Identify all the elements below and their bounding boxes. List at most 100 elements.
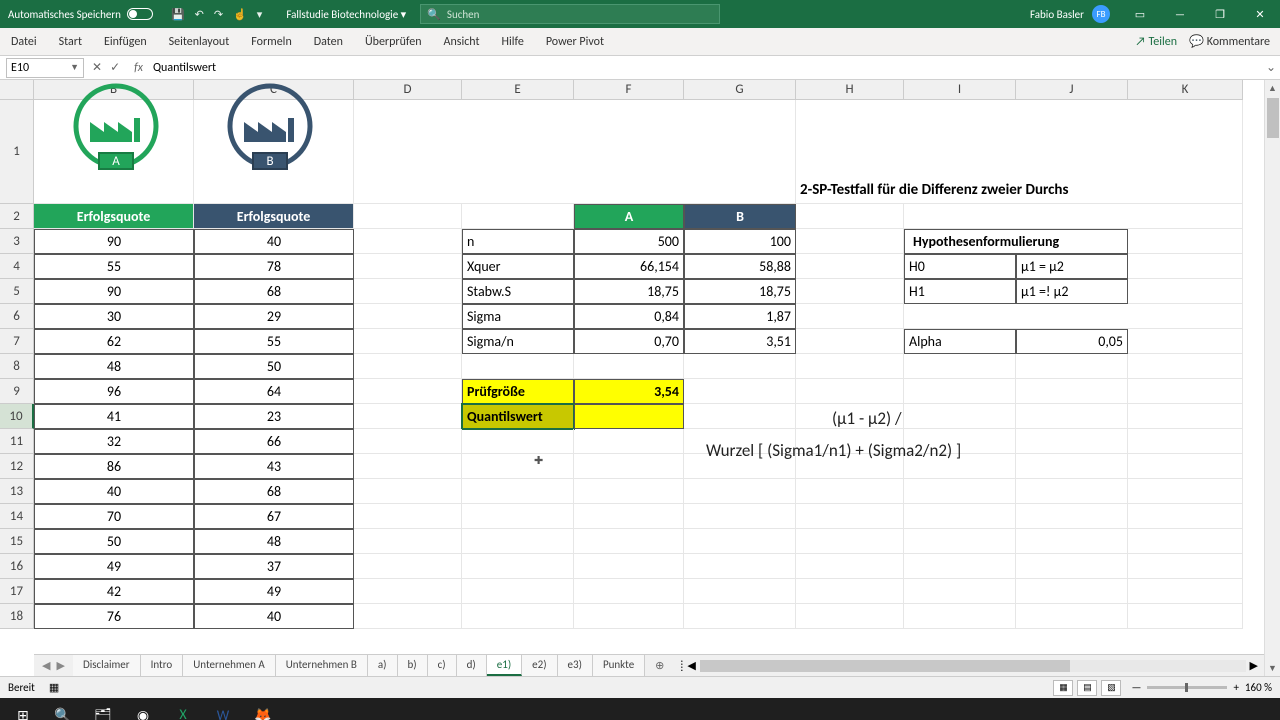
search-box[interactable]: 🔍 Suchen xyxy=(420,4,720,24)
view-break-icon[interactable]: ▧ xyxy=(1101,680,1121,696)
app-excel-icon[interactable]: X xyxy=(164,698,202,720)
stat-B-2[interactable]: 18,75 xyxy=(684,279,796,304)
spreadsheet-grid[interactable]: BCDEFGHIJK 123456789101112131415161718 2… xyxy=(0,80,1280,676)
ribbon-tab-überprüfen[interactable]: Überprüfen xyxy=(354,29,433,55)
stat-label-1[interactable]: Xquer xyxy=(462,254,574,279)
sheet-prev-icon[interactable]: ◀ xyxy=(42,659,50,672)
undo-icon[interactable]: ↶ xyxy=(195,8,204,21)
row-header-4[interactable]: 4 xyxy=(0,254,34,279)
more-icon[interactable]: ▾ xyxy=(257,8,263,21)
name-box[interactable]: E10▼ xyxy=(6,58,84,78)
col-header-E[interactable]: E xyxy=(462,80,574,100)
row-header-12[interactable]: 12 xyxy=(0,454,34,479)
test-title[interactable]: 2-SP-Testfall für die Differenz zweier D… xyxy=(796,100,1243,204)
data-B-6[interactable]: 30 xyxy=(34,304,194,329)
row-header-17[interactable]: 17 xyxy=(0,579,34,604)
sheet-tab-Punkte[interactable]: Punkte xyxy=(593,655,645,676)
start-icon[interactable]: ⊞ xyxy=(4,698,42,720)
redo-icon[interactable]: ↷ xyxy=(214,8,223,21)
cancel-icon[interactable]: ✕ xyxy=(92,60,102,75)
scroll-thumb[interactable] xyxy=(1267,98,1279,138)
ribbon-display-icon[interactable]: ▭ xyxy=(1120,0,1160,28)
col-header-K[interactable]: K xyxy=(1128,80,1243,100)
sheet-tab-Disclaimer[interactable]: Disclaimer xyxy=(73,655,141,676)
col-header-H[interactable]: H xyxy=(796,80,904,100)
app-obs-icon[interactable]: ◉ xyxy=(124,698,162,720)
row-header-8[interactable]: 8 xyxy=(0,354,34,379)
touch-icon[interactable]: ☝ xyxy=(233,8,247,21)
quant-label[interactable]: Quantilswert xyxy=(462,404,574,429)
horizontal-scrollbar[interactable]: ⁞◀ ▶ xyxy=(674,659,1264,672)
h1-value[interactable]: μ1 =! μ2 xyxy=(1016,279,1128,304)
expand-formula-icon[interactable]: ⌄ xyxy=(1262,60,1280,75)
data-B-7[interactable]: 62 xyxy=(34,329,194,354)
h0-label[interactable]: H0 xyxy=(904,254,1016,279)
data-B-4[interactable]: 55 xyxy=(34,254,194,279)
row-header-1[interactable]: 1 xyxy=(0,100,34,204)
macro-record-icon[interactable]: ▦ xyxy=(35,681,59,694)
data-C-3[interactable]: 40 xyxy=(194,229,354,254)
ribbon-tab-daten[interactable]: Daten xyxy=(303,29,354,55)
row-header-16[interactable]: 16 xyxy=(0,554,34,579)
enter-icon[interactable]: ✓ xyxy=(110,60,120,75)
ribbon-tab-formeln[interactable]: Formeln xyxy=(240,29,302,55)
ribbon-tab-datei[interactable]: Datei xyxy=(0,29,48,55)
data-C-5[interactable]: 68 xyxy=(194,279,354,304)
ribbon-tab-seitenlayout[interactable]: Seitenlayout xyxy=(158,29,241,55)
scroll-up-icon[interactable]: ▲ xyxy=(1265,80,1280,96)
autosave-toggle[interactable]: Automatisches Speichern xyxy=(0,8,161,21)
row-header-15[interactable]: 15 xyxy=(0,529,34,554)
alpha-label[interactable]: Alpha xyxy=(904,329,1016,354)
ribbon-tab-power pivot[interactable]: Power Pivot xyxy=(535,29,615,55)
sheet-tab-UnternehmenA[interactable]: Unternehmen A xyxy=(183,655,276,676)
stat-label-0[interactable]: n xyxy=(462,229,574,254)
minimize-icon[interactable]: — xyxy=(1160,0,1200,28)
data-B-5[interactable]: 90 xyxy=(34,279,194,304)
ribbon-tab-hilfe[interactable]: Hilfe xyxy=(491,29,535,55)
alpha-value[interactable]: 0,05 xyxy=(1016,329,1128,354)
app-word-icon[interactable]: W xyxy=(204,698,242,720)
row-header-7[interactable]: 7 xyxy=(0,329,34,354)
col-header-F[interactable]: F xyxy=(574,80,684,100)
h1-label[interactable]: H1 xyxy=(904,279,1016,304)
share-button[interactable]: ↗ Teilen xyxy=(1135,35,1177,49)
stat-A-3[interactable]: 0,84 xyxy=(574,304,684,329)
stat-head-B[interactable]: B xyxy=(684,204,796,229)
formula-input[interactable]: Quantilswert xyxy=(149,61,1262,75)
sheet-tab-e3[interactable]: e3) xyxy=(558,655,593,676)
zoom-in-icon[interactable]: + xyxy=(1233,681,1238,694)
stat-B-3[interactable]: 1,87 xyxy=(684,304,796,329)
row-header-3[interactable]: 3 xyxy=(0,229,34,254)
comments-button[interactable]: 💬 Kommentare xyxy=(1189,34,1270,49)
quant-value[interactable] xyxy=(574,404,684,429)
data-C-7[interactable]: 55 xyxy=(194,329,354,354)
pruef-label[interactable]: Prüfgröße xyxy=(462,379,574,404)
app-firefox-icon[interactable]: 🦊 xyxy=(244,698,282,720)
stat-B-1[interactable]: 58,88 xyxy=(684,254,796,279)
col-header-G[interactable]: G xyxy=(684,80,796,100)
search-taskbar-icon[interactable]: 🔍 xyxy=(44,698,82,720)
row-header-2[interactable]: 2 xyxy=(0,204,34,229)
view-normal-icon[interactable]: ▦ xyxy=(1053,680,1073,696)
document-title[interactable]: Fallstudie Biotechnologie ▾ xyxy=(272,8,420,21)
zoom-out-icon[interactable]: — xyxy=(1131,681,1141,694)
data-C-6[interactable]: 29 xyxy=(194,304,354,329)
ribbon-tab-ansicht[interactable]: Ansicht xyxy=(433,29,491,55)
zoom-level[interactable]: 160 % xyxy=(1245,681,1272,694)
close-icon[interactable]: ✕ xyxy=(1240,0,1280,28)
stat-A-2[interactable]: 18,75 xyxy=(574,279,684,304)
stat-A-0[interactable]: 500 xyxy=(574,229,684,254)
sheet-tab-a[interactable]: a) xyxy=(368,655,398,676)
ribbon-tab-start[interactable]: Start xyxy=(48,29,93,55)
col-header-J[interactable]: J xyxy=(1016,80,1128,100)
stat-head-A[interactable]: A xyxy=(574,204,684,229)
sheet-next-icon[interactable]: ▶ xyxy=(56,659,64,672)
ribbon-tab-einfügen[interactable]: Einfügen xyxy=(93,29,158,55)
add-sheet-icon[interactable]: ⊕ xyxy=(645,659,674,672)
data-B-3[interactable]: 90 xyxy=(34,229,194,254)
select-all-corner[interactable] xyxy=(0,80,34,100)
sheet-tab-e2[interactable]: e2) xyxy=(522,655,557,676)
app-1-icon[interactable]: 🗂 xyxy=(84,698,122,720)
stat-A-4[interactable]: 0,70 xyxy=(574,329,684,354)
vertical-scrollbar[interactable]: ▲ ▼ xyxy=(1264,80,1280,676)
